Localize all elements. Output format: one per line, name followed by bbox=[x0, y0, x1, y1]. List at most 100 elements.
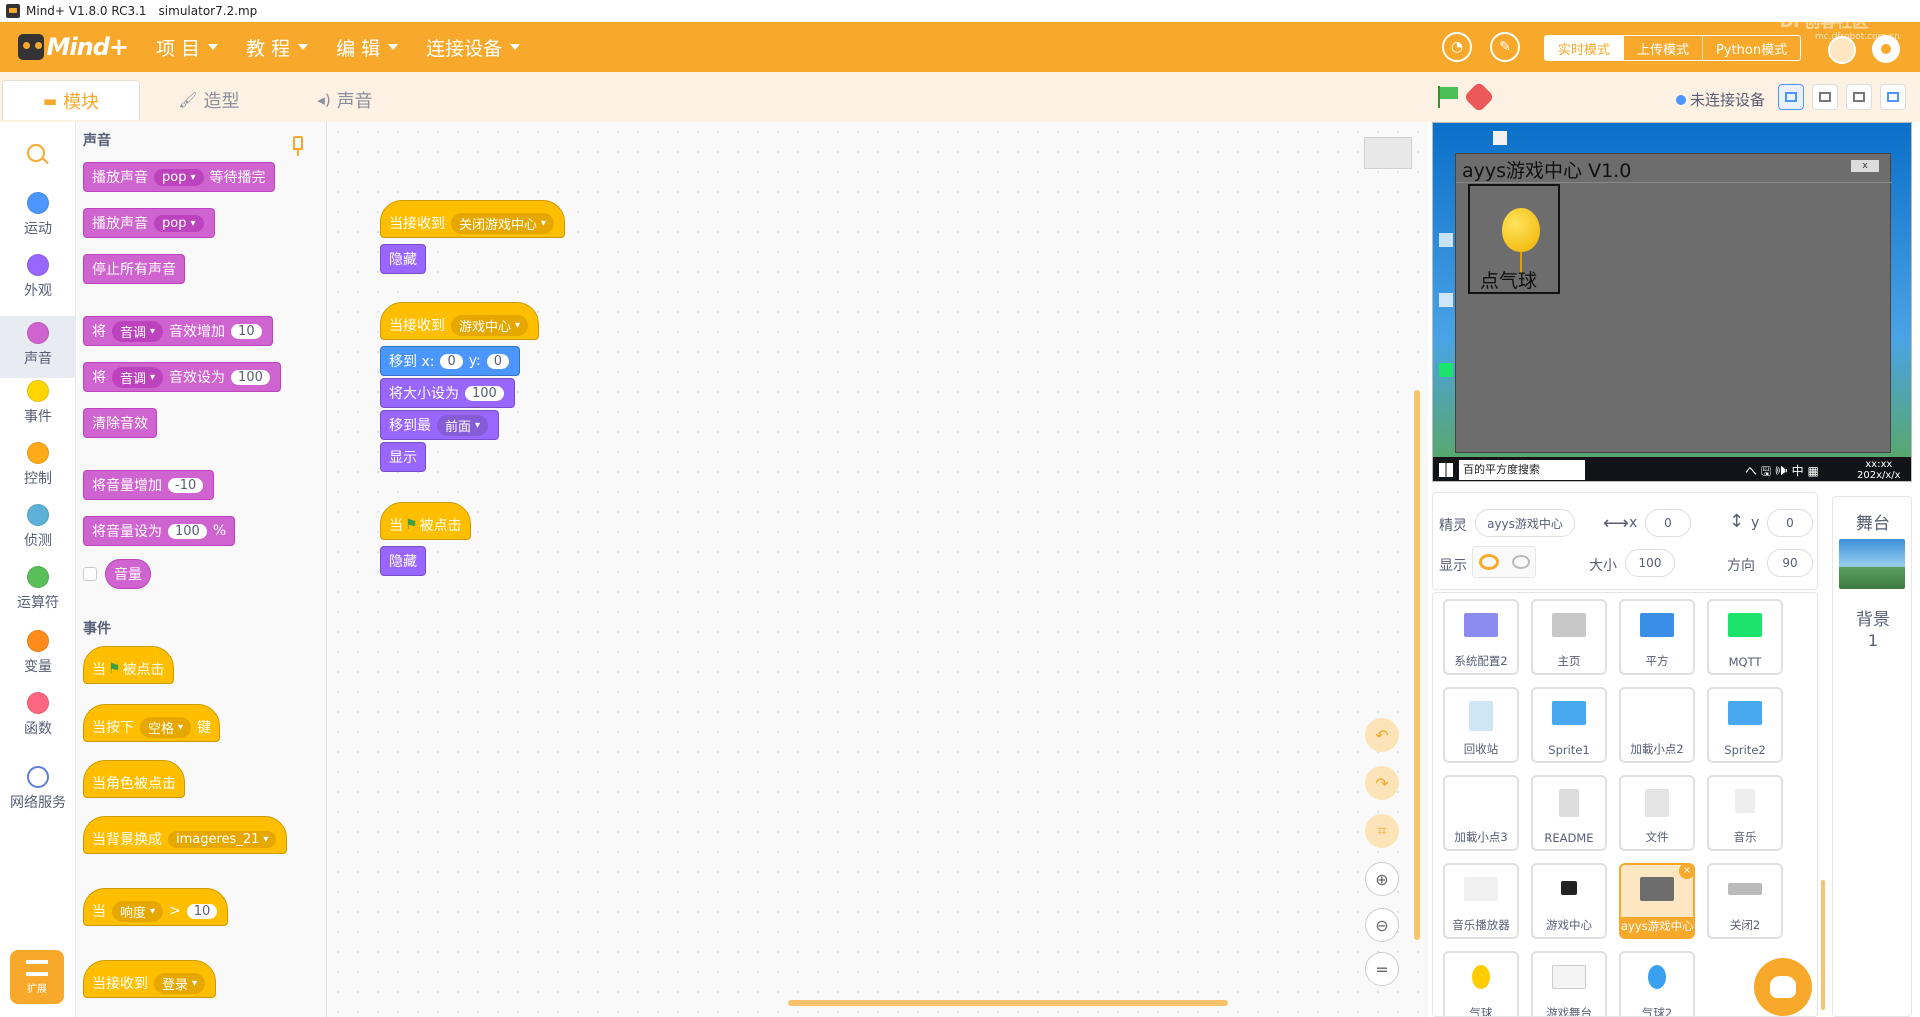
sprite-tile[interactable]: 主页 bbox=[1531, 599, 1607, 675]
edit-note-icon[interactable]: ✎ bbox=[1490, 32, 1520, 62]
eye-icon[interactable] bbox=[1473, 548, 1505, 576]
sprite-tile[interactable]: 游戏中心 bbox=[1531, 863, 1607, 939]
stage-target-panel[interactable]: 舞台 背景 1 bbox=[1832, 496, 1912, 1017]
zoom-out-icon[interactable]: ⊖ bbox=[1365, 908, 1399, 942]
menu-tutorial[interactable]: 教 程 bbox=[246, 34, 309, 61]
redo-icon[interactable]: ↷ bbox=[1365, 766, 1399, 800]
tab-sounds[interactable]: ◂) 声音 bbox=[278, 80, 412, 120]
user-avatar[interactable] bbox=[1828, 36, 1856, 64]
sprite-tile[interactable]: 加載小点2 bbox=[1619, 687, 1695, 763]
block-when-key-pressed[interactable]: 当按下空格键 bbox=[83, 704, 221, 742]
sprite-tile[interactable]: Sprite2 bbox=[1707, 687, 1783, 763]
block-when-receive[interactable]: 当接收到 登录 bbox=[83, 960, 217, 998]
sprite-tile[interactable]: 游戏舞台 bbox=[1531, 951, 1607, 1016]
block-when-flag-clicked[interactable]: 当 ⚑ 被点击 bbox=[83, 646, 174, 684]
script-flag-hat[interactable]: 当 ⚑ 被点击 bbox=[380, 502, 471, 540]
green-flag-icon[interactable] bbox=[1436, 86, 1460, 108]
category-sensing[interactable]: 侦测 bbox=[0, 504, 76, 566]
taskbar-search[interactable]: 百的平方度搜索 bbox=[1459, 460, 1585, 480]
category-motion[interactable]: 运动 bbox=[0, 192, 76, 254]
block-change-volume[interactable]: 将音量增加 -10 bbox=[83, 470, 215, 500]
small-stage-icon[interactable] bbox=[1778, 84, 1804, 110]
extension-button[interactable]: 扩展 bbox=[10, 950, 64, 1004]
stage-canvas[interactable]: ayys游戏中心 V1.0 x 点气球 百的平方度搜索 へ 🖫 🕪 中 ▦ xx… bbox=[1432, 122, 1912, 482]
block-when-loudness[interactable]: 当响度>10 bbox=[83, 888, 229, 926]
zoom-in-icon[interactable]: ⊕ bbox=[1365, 862, 1399, 896]
sprite-tile[interactable]: README bbox=[1531, 775, 1607, 851]
workspace-vertical-scrollbar[interactable] bbox=[1414, 390, 1420, 940]
zoom-reset-icon[interactable]: = bbox=[1365, 952, 1399, 986]
large-stage-icon[interactable] bbox=[1846, 84, 1872, 110]
close-icon[interactable]: × bbox=[1679, 863, 1695, 879]
sprite-tile[interactable]: 系统配置2 bbox=[1443, 599, 1519, 675]
sprite-tile[interactable]: MQTT bbox=[1707, 599, 1783, 675]
sprite-tile[interactable]: 平方 bbox=[1619, 599, 1695, 675]
category-control[interactable]: 控制 bbox=[0, 442, 76, 504]
x-input[interactable]: 0 bbox=[1645, 509, 1691, 537]
size-input[interactable]: 100 bbox=[1625, 549, 1675, 577]
menu-project[interactable]: 项 目 bbox=[156, 34, 219, 61]
script-hide-2[interactable]: 隐藏 bbox=[380, 546, 426, 576]
sprite-tile[interactable]: Sprite1 bbox=[1531, 687, 1607, 763]
category-variables[interactable]: 变量 bbox=[0, 630, 76, 692]
direction-input[interactable]: 90 bbox=[1767, 549, 1813, 577]
script-show[interactable]: 显示 bbox=[380, 442, 426, 472]
block-when-backdrop-switches[interactable]: 当背景换成 imageres_21 bbox=[83, 816, 288, 854]
search-icon[interactable] bbox=[27, 144, 45, 162]
mode-upload[interactable]: 上传模式 bbox=[1624, 36, 1704, 60]
script-set-size[interactable]: 将大小设为 100 bbox=[380, 378, 515, 408]
eye-slash-icon[interactable] bbox=[1505, 548, 1537, 576]
category-events[interactable]: 事件 bbox=[0, 380, 76, 442]
block-set-volume[interactable]: 将音量设为 100% bbox=[83, 516, 236, 546]
block-play-sound-wait[interactable]: 播放声音pop等待播完 bbox=[83, 162, 275, 192]
reporter-volume[interactable]: 音量 bbox=[105, 559, 151, 589]
block-play-sound[interactable]: 播放声音 pop bbox=[83, 208, 215, 238]
workspace-horizontal-scrollbar[interactable] bbox=[788, 1000, 1228, 1006]
script-goto-xy[interactable]: 移到 x: 0 y: 0 bbox=[380, 346, 520, 376]
sprite-tile[interactable]: 气球2 bbox=[1619, 951, 1695, 1016]
sprite-tile[interactable]: 回收站 bbox=[1443, 687, 1519, 763]
mode-python[interactable]: Python模式 bbox=[1703, 36, 1800, 60]
category-operators[interactable]: 运算符 bbox=[0, 566, 76, 628]
menu-connect-device[interactable]: 连接设备 bbox=[426, 34, 521, 61]
close-icon[interactable]: x bbox=[1851, 160, 1879, 172]
sprite-list-scrollbar[interactable] bbox=[1821, 880, 1825, 1010]
add-sprite-button[interactable] bbox=[1754, 958, 1812, 1016]
tab-costumes[interactable]: 🖌 造型 bbox=[142, 80, 276, 120]
sprite-tile[interactable]: 气球 bbox=[1443, 951, 1519, 1016]
block-clear-effects[interactable]: 清除音效 bbox=[83, 408, 157, 438]
script-receive-center-hat[interactable]: 当接收到 游戏中心 bbox=[380, 302, 540, 340]
sprite-name-input[interactable]: ayys游戏中心 bbox=[1475, 509, 1575, 537]
block-change-effect[interactable]: 将音调音效增加10 bbox=[83, 316, 273, 346]
windows-start-icon[interactable] bbox=[1439, 463, 1453, 477]
fullscreen-icon[interactable] bbox=[1880, 84, 1906, 110]
sprite-tile[interactable]: 关闭2 bbox=[1707, 863, 1783, 939]
volume-checkbox[interactable] bbox=[83, 567, 97, 581]
menu-edit[interactable]: 编 辑 bbox=[336, 34, 399, 61]
undo-icon[interactable]: ↶ bbox=[1365, 718, 1399, 752]
block-stop-all-sounds[interactable]: 停止所有声音 bbox=[83, 254, 185, 284]
normal-stage-icon[interactable] bbox=[1812, 84, 1838, 110]
sprite-tile[interactable]: 音乐 bbox=[1707, 775, 1783, 851]
script-go-to-layer[interactable]: 移到最 前面 bbox=[380, 410, 500, 440]
sprite-tile-selected[interactable]: ayys游戏中心 × bbox=[1619, 863, 1695, 939]
category-network[interactable]: 网络服务 bbox=[0, 766, 76, 828]
category-functions[interactable]: 函数 bbox=[0, 692, 76, 754]
script-hide-1[interactable]: 隐藏 bbox=[380, 244, 426, 274]
code-workspace[interactable] bbox=[328, 122, 1428, 1017]
workspace-minimap[interactable] bbox=[1364, 137, 1412, 169]
pin-icon[interactable] bbox=[293, 136, 303, 156]
category-sound[interactable]: 声音 bbox=[0, 316, 76, 378]
sprite-tile[interactable]: 文件 bbox=[1619, 775, 1695, 851]
y-input[interactable]: 0 bbox=[1767, 509, 1813, 537]
sprite-tile[interactable]: 音乐播放器 bbox=[1443, 863, 1519, 939]
script-receive-close-hat[interactable]: 当接收到 关闭游戏中心 bbox=[380, 200, 566, 238]
block-when-sprite-clicked[interactable]: 当角色被点击 bbox=[83, 760, 185, 798]
crop-icon[interactable]: ⌗ bbox=[1365, 814, 1399, 848]
tab-blocks[interactable]: ▬ 模块 bbox=[2, 80, 140, 120]
sprite-tile[interactable]: 加載小点3 bbox=[1443, 775, 1519, 851]
gear-icon[interactable] bbox=[1872, 35, 1900, 63]
mode-realtime[interactable]: 实时模式 bbox=[1545, 36, 1625, 60]
block-set-effect[interactable]: 将音调音效设为100 bbox=[83, 362, 281, 392]
category-looks[interactable]: 外观 bbox=[0, 254, 76, 316]
